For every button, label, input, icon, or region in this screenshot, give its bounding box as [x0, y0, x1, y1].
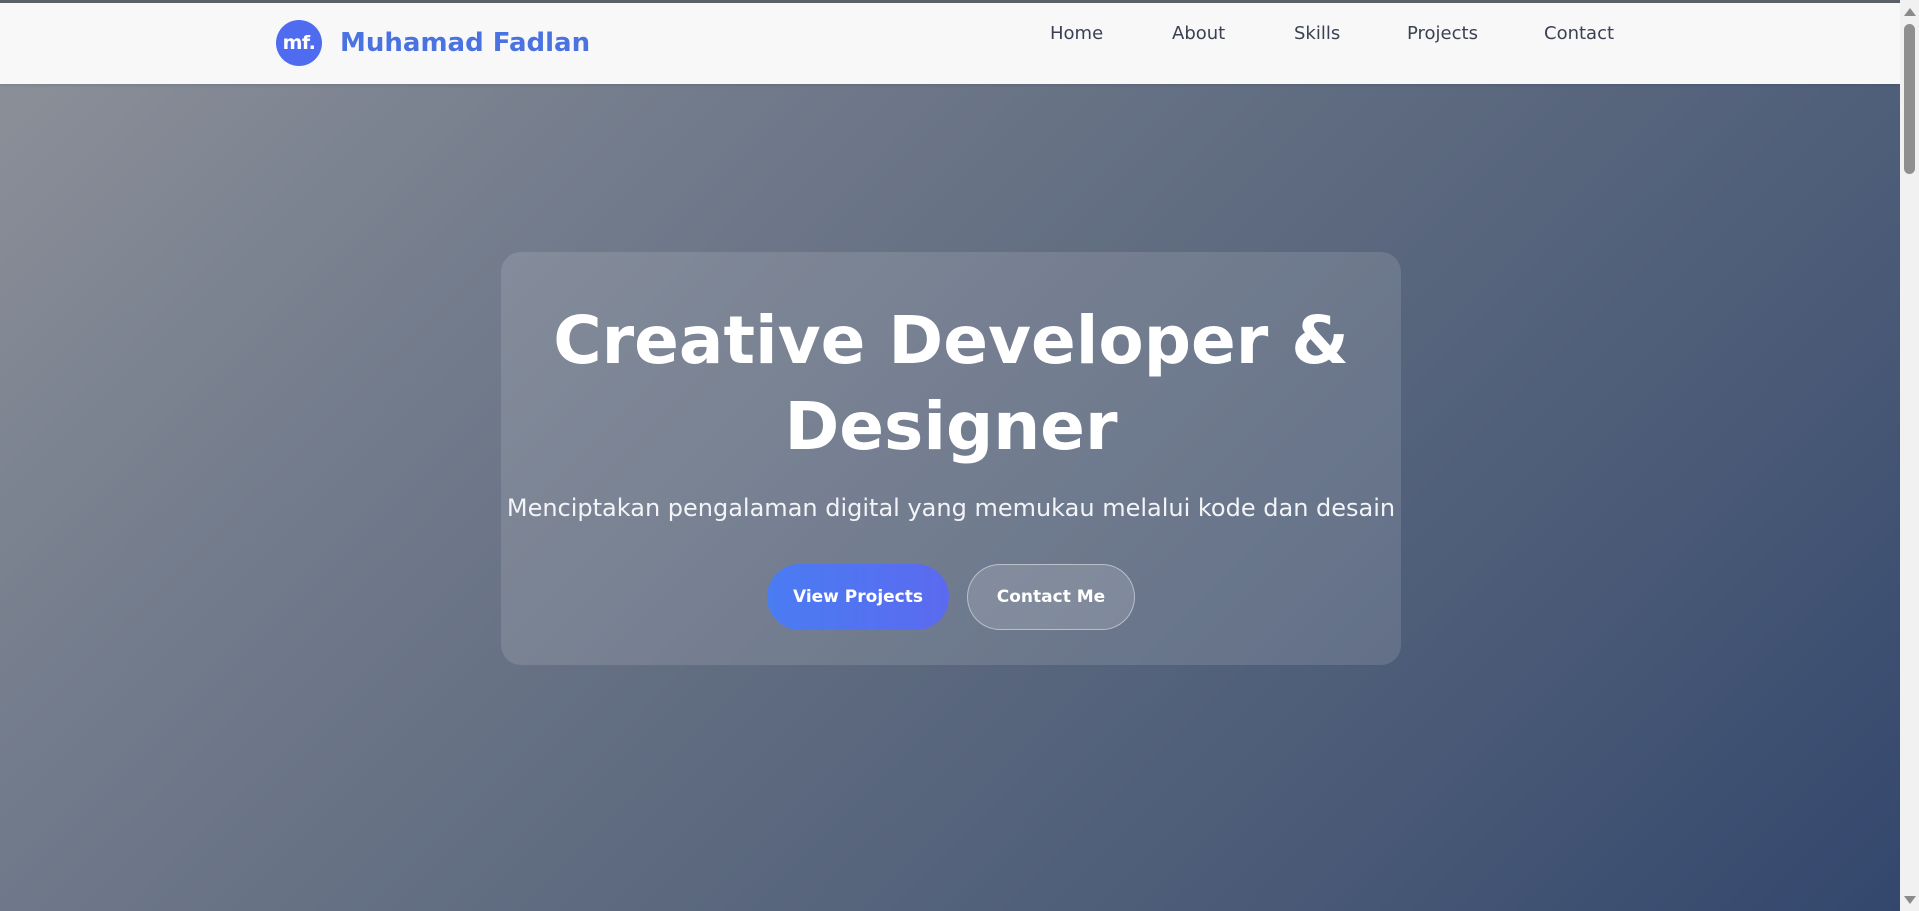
- hero-title-line-1: Creative Developer &: [553, 302, 1349, 379]
- scroll-up-arrow-icon[interactable]: [1904, 8, 1916, 16]
- window-top-border: [0, 0, 1919, 3]
- brand[interactable]: mf. Muhamad Fadlan: [276, 20, 590, 66]
- nav-link-home[interactable]: Home: [1050, 23, 1103, 44]
- scrollbar-thumb[interactable]: [1904, 24, 1915, 174]
- contact-me-button[interactable]: Contact Me: [967, 564, 1135, 630]
- nav-link-projects[interactable]: Projects: [1407, 23, 1478, 44]
- view-projects-button[interactable]: View Projects: [767, 564, 949, 630]
- nav-link-skills[interactable]: Skills: [1294, 23, 1340, 44]
- scrollbar[interactable]: [1900, 0, 1919, 911]
- hero-card: Creative Developer & Designer Menciptaka…: [501, 252, 1401, 665]
- brand-name[interactable]: Muhamad Fadlan: [340, 28, 590, 58]
- logo-badge[interactable]: mf.: [276, 20, 322, 66]
- navbar: mf. Muhamad Fadlan Home About Skills Pro…: [0, 3, 1900, 84]
- scroll-down-arrow-icon[interactable]: [1904, 896, 1916, 904]
- nav-link-about[interactable]: About: [1172, 23, 1225, 44]
- hero-title-line-2: Designer: [784, 388, 1118, 465]
- nav-link-contact[interactable]: Contact: [1544, 23, 1614, 44]
- hero-subtitle: Menciptakan pengalaman digital yang memu…: [506, 494, 1396, 522]
- hero-title: Creative Developer & Designer: [501, 298, 1401, 470]
- hero-section: Creative Developer & Designer Menciptaka…: [0, 84, 1900, 911]
